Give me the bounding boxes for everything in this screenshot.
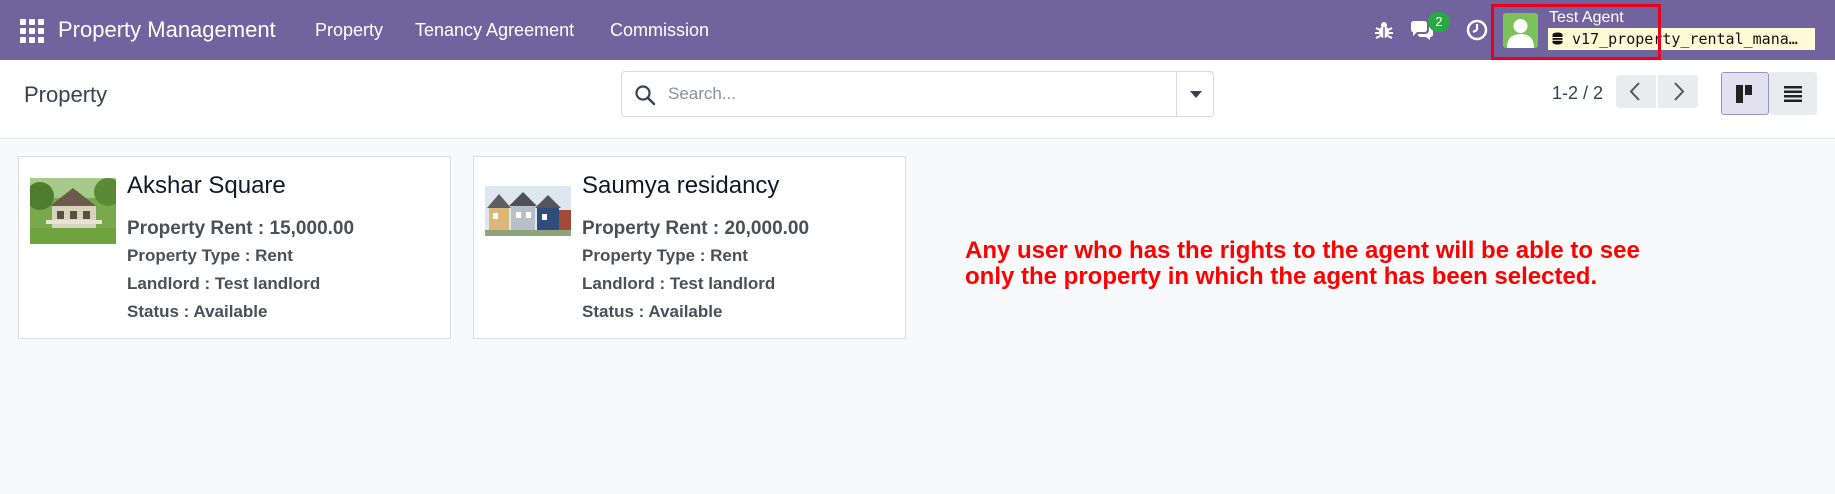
- kanban-view-button[interactable]: [1721, 72, 1769, 115]
- menu-commission[interactable]: Commission: [610, 20, 709, 41]
- list-view-button[interactable]: [1769, 72, 1817, 115]
- property-card[interactable]: Saumya residancy Property Rent : 20,000.…: [473, 156, 906, 339]
- search-options-toggle[interactable]: [1176, 72, 1214, 116]
- kanban-view-icon: [1736, 85, 1752, 103]
- search-box: [621, 71, 1214, 117]
- annotation-line-1: Any user who has the rights to the agent…: [965, 237, 1640, 264]
- property-rent: Property Rent : 15,000.00: [127, 218, 355, 239]
- user-highlight-box: [1491, 4, 1661, 60]
- annotation-line-2: only the property in which the agent has…: [965, 263, 1598, 290]
- menu-property[interactable]: Property: [315, 20, 383, 41]
- app-brand[interactable]: Property Management: [58, 17, 276, 43]
- search-input[interactable]: [668, 80, 1128, 108]
- chevron-right-icon: [1674, 82, 1685, 101]
- search-icon: [634, 84, 656, 111]
- pager-value[interactable]: 1-2 / 2: [1552, 83, 1603, 104]
- property-card[interactable]: Akshar Square Property Rent : 15,000.00 …: [18, 156, 451, 339]
- property-landlord: Landlord : Test landlord: [582, 274, 776, 293]
- bug-icon[interactable]: [1370, 16, 1398, 44]
- top-navbar: Property Management Property Tenancy Agr…: [0, 0, 1835, 60]
- pager-next-button[interactable]: [1658, 75, 1698, 108]
- property-title: Saumya residancy: [582, 172, 780, 199]
- control-panel: Property 1-2 / 2: [0, 60, 1835, 139]
- property-type: Property Type : Rent: [582, 246, 748, 265]
- annotation-text: Any user who has the rights to the agent…: [965, 238, 1725, 290]
- apps-grid-icon[interactable]: [18, 17, 44, 43]
- chevron-left-icon: [1629, 82, 1640, 101]
- property-image: [485, 186, 571, 236]
- menu-tenancy-agreement[interactable]: Tenancy Agreement: [415, 20, 574, 41]
- property-title: Akshar Square: [127, 172, 286, 199]
- page-title: Property: [24, 82, 108, 107]
- caret-down-icon: [1190, 91, 1202, 98]
- property-landlord: Landlord : Test landlord: [127, 274, 321, 293]
- property-image: [30, 178, 116, 244]
- property-rent: Property Rent : 20,000.00: [582, 218, 810, 239]
- pager-previous-button[interactable]: [1616, 75, 1656, 108]
- clock-icon[interactable]: [1463, 16, 1491, 44]
- messages-badge: 2: [1428, 12, 1450, 32]
- property-status: Status : Available: [127, 302, 268, 321]
- property-status: Status : Available: [582, 302, 723, 321]
- list-view-icon: [1784, 86, 1802, 102]
- property-type: Property Type : Rent: [127, 246, 293, 265]
